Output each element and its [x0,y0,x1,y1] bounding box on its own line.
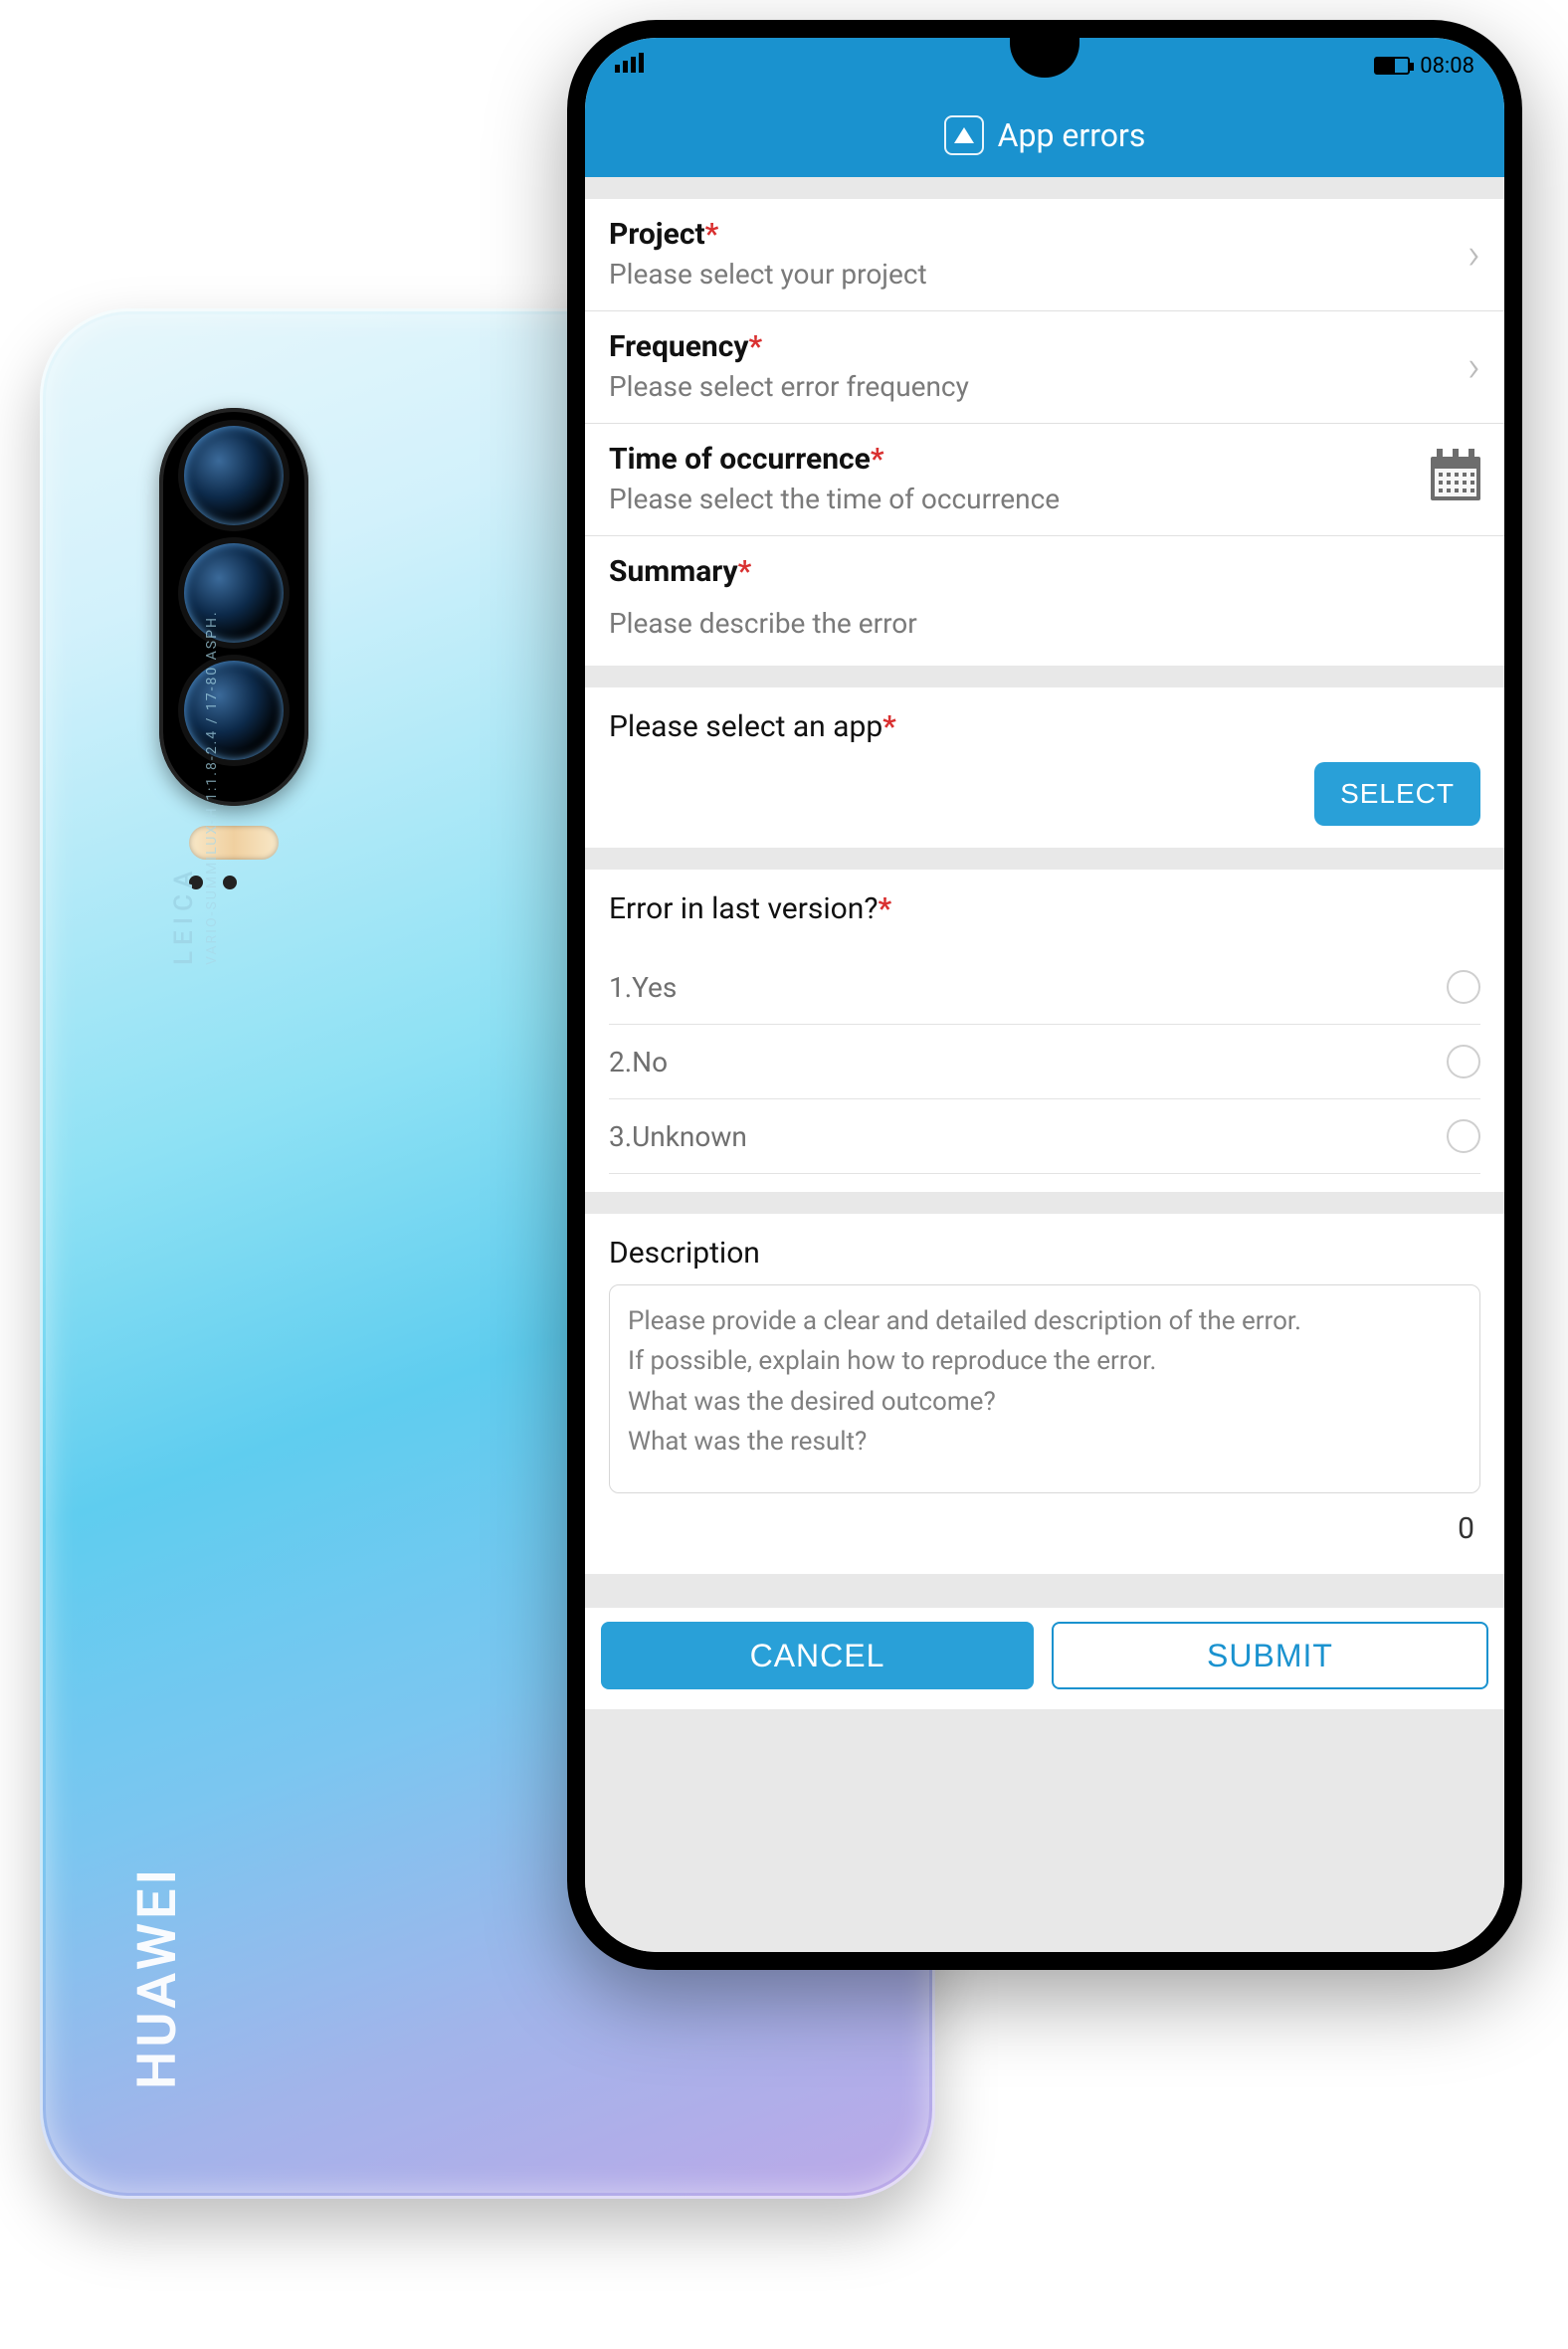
radio-option-no[interactable]: 2.No [609,1025,1480,1099]
submit-button[interactable]: SUBMIT [1052,1622,1488,1689]
select-app-button[interactable]: SELECT [1314,762,1480,826]
select-app-label: Please select an app [609,709,882,744]
camera-lens [184,543,284,643]
radio-label: 1.Yes [609,971,677,1004]
app-title: App errors [998,116,1146,154]
chevron-right-icon: › [1456,340,1480,392]
required-asterisk: * [738,554,752,589]
description-label: Description [609,1236,1480,1271]
radio-label: 3.Unknown [609,1120,747,1153]
app-store-icon [944,115,984,155]
required-asterisk: * [882,709,896,744]
camera-lens [184,426,284,525]
form-content[interactable]: Project* Please select your project › Fr… [585,177,1504,1952]
leica-sublabel: VARIO-SUMMILUX-H 1:1.8-2.4 / 17-80 ASPH. [204,610,220,965]
radio-label: 2.No [609,1046,668,1078]
flash [164,826,303,864]
battery-icon [1374,57,1410,75]
radio-option-yes[interactable]: 1.Yes [609,950,1480,1025]
phone-screen: 08:08 App errors Project* Please select … [585,38,1504,1952]
required-asterisk: * [705,217,719,252]
frequency-placeholder: Please select error frequency [609,370,1456,403]
time-label: Time of occurrence [609,442,871,477]
footer-bar: CANCEL SUBMIT [585,1608,1504,1709]
radio-icon [1447,1045,1480,1078]
project-field[interactable]: Project* Please select your project › [585,199,1504,311]
chevron-right-icon: › [1456,228,1480,280]
calendar-icon[interactable] [1431,457,1480,500]
summary-placeholder: Please describe the error [609,607,1480,640]
leica-label: LEICA [169,866,199,965]
frequency-label: Frequency [609,329,748,364]
summary-label: Summary [609,554,738,589]
camera-module [159,408,308,806]
radio-icon [1447,1119,1480,1153]
required-asterisk: * [748,329,762,364]
app-header: App errors [585,94,1504,177]
radio-icon [1447,970,1480,1004]
signal-icon [615,53,644,79]
summary-field[interactable]: Summary* Please describe the error [585,536,1504,666]
huawei-phone-front: 08:08 App errors Project* Please select … [567,20,1522,1970]
frequency-field[interactable]: Frequency* Please select error frequency… [585,311,1504,424]
camera-lens [184,661,284,760]
description-textarea[interactable]: Please provide a clear and detailed desc… [609,1284,1480,1493]
required-asterisk: * [871,442,884,477]
cancel-button[interactable]: CANCEL [601,1622,1034,1689]
radio-option-unknown[interactable]: 3.Unknown [609,1099,1480,1174]
last-version-label: Error in last version? [609,891,879,926]
time-field[interactable]: Time of occurrence* Please select the ti… [585,424,1504,536]
status-time: 08:08 [1420,54,1474,79]
time-placeholder: Please select the time of occurrence [609,483,1431,515]
required-asterisk: * [879,891,892,926]
huawei-brand: HUAWEI [126,1865,189,2089]
project-label: Project [609,217,705,252]
description-char-count: 0 [609,1493,1480,1556]
project-placeholder: Please select your project [609,258,1456,291]
